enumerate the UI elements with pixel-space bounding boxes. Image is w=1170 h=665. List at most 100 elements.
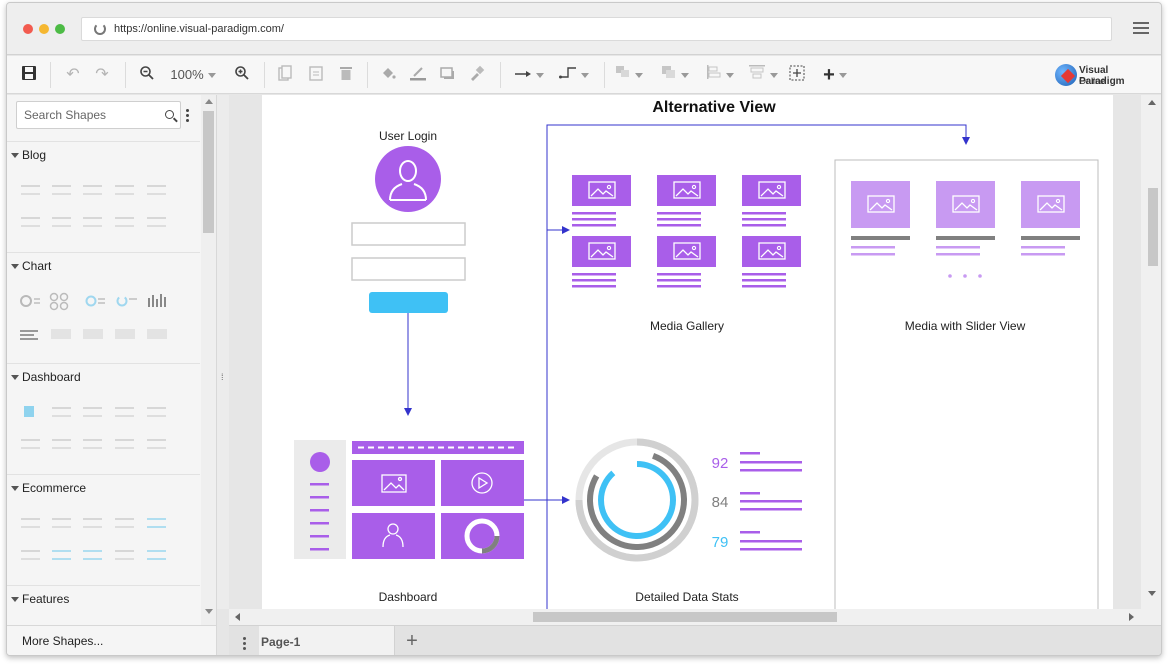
vertical-scroll-thumb[interactable] [1148,188,1158,266]
dashboard-image-tile [352,460,435,506]
category-label: Ecommerce [22,481,87,495]
visual-paradigm-logo[interactable]: Visual Paradigm Online [1055,62,1155,88]
diagram-page[interactable]: Alternative View User Login Media Galler… [262,95,1113,609]
username-field [351,222,466,246]
blog-shape-thumbnails[interactable] [7,168,200,250]
ecommerce-shape-thumbnails[interactable] [7,501,200,583]
close-window-dot[interactable] [23,24,33,34]
minimize-window-dot[interactable] [39,24,49,34]
category-label: Blog [22,148,47,162]
page-tab-label: Page-1 [261,635,301,649]
diagram-title: Alternative View [652,99,776,116]
chevron-down-icon [681,73,689,79]
waypoint-style-select[interactable] [556,65,592,85]
dashboard-shape-thumbnails[interactable] [7,390,200,472]
add-page-button[interactable]: + [397,626,427,655]
scroll-left-icon[interactable] [235,613,240,621]
shape-library-sidebar: Search Shapes Blog Chart Dashboard Ecomm… [7,95,217,655]
copy-icon[interactable] [275,65,295,85]
dashboard-avatar [310,452,330,472]
zoom-level-select[interactable]: 100% [165,65,221,85]
insert-add-select[interactable]: + [817,65,853,85]
format-painter-icon[interactable] [467,65,487,85]
delete-icon[interactable] [336,65,356,85]
arrange-select[interactable] [657,65,693,85]
browser-menu-icon[interactable] [1133,22,1149,35]
group-select[interactable] [612,65,646,85]
chevron-down-icon [838,73,847,79]
page-tab[interactable]: Page-1 [259,626,395,655]
category-label: Features [22,592,70,606]
scroll-up-icon[interactable] [1148,100,1156,105]
shadow-icon[interactable] [438,65,458,85]
line-color-icon[interactable] [408,65,428,85]
category-blog[interactable]: Blog [7,141,200,167]
library-options-icon[interactable] [186,109,190,124]
zoom-level: 100% [170,67,204,82]
more-shapes-button[interactable]: More Shapes... [7,625,216,655]
gallery-tile [742,236,801,288]
save-icon[interactable] [19,65,39,85]
gallery-tile [657,175,716,227]
logo-text-sub: Online [1079,76,1106,86]
user-avatar-circle [375,146,441,212]
category-label: Chart [22,259,52,273]
media-slider-shape[interactable]: Media with Slider View [834,159,1099,609]
stat-value-2: 84 [712,494,729,511]
zoom-out-icon[interactable] [137,65,157,85]
dashboard-label: Dashboard [379,590,438,604]
fill-color-icon[interactable] [378,65,398,85]
paste-icon[interactable] [306,65,326,85]
stat-value-1: 92 [712,455,729,472]
category-ecommerce[interactable]: Ecommerce [7,474,200,500]
fit-selection-icon[interactable] [787,65,807,85]
data-stats-shape[interactable]: 92 84 79 Detailed Data Stats [575,438,802,604]
category-features[interactable]: Features [7,585,200,611]
sidebar-scrollbar[interactable] [201,95,216,625]
dashboard-shape[interactable]: Dashboard [294,440,524,604]
redo-icon[interactable]: ↷ [92,65,112,85]
gallery-tile [572,175,631,227]
splitter-grip-icon: ⁞ [221,372,224,382]
reload-icon[interactable] [94,23,106,35]
wireframe-diagram[interactable]: Alternative View User Login Media Galler… [262,95,1113,609]
scroll-down-icon[interactable] [1148,591,1156,596]
media-gallery-shape[interactable]: Media Gallery [572,175,801,333]
maximize-window-dot[interactable] [55,24,65,34]
chevron-down-icon [770,73,778,79]
chevron-down-icon [207,73,216,79]
search-placeholder: Search Shapes [24,108,107,122]
editor-toolbar: ↶ ↷ 100% + Visual Paradigm Online [7,56,1161,94]
category-dashboard[interactable]: Dashboard [7,363,200,389]
connector-style-select[interactable] [511,65,547,85]
browser-titlebar: https://online.visual-paradigm.com/ [7,3,1161,55]
diagram-canvas[interactable]: Alternative View User Login Media Galler… [229,95,1141,609]
search-shapes-input[interactable]: Search Shapes [16,101,181,129]
horizontal-scrollbar[interactable] [229,609,1141,625]
scroll-down-icon[interactable] [205,609,213,614]
dashboard-video-tile [441,460,524,506]
chevron-down-icon [581,73,589,79]
undo-icon[interactable]: ↶ [63,65,83,85]
zoom-in-icon[interactable] [232,65,252,85]
address-bar[interactable]: https://online.visual-paradigm.com/ [81,17,1112,41]
slider-label: Media with Slider View [905,319,1026,333]
data-stats-label: Detailed Data Stats [635,590,738,604]
distribute-select[interactable] [744,65,782,85]
page-options-icon[interactable] [243,637,246,652]
scroll-right-icon[interactable] [1129,613,1134,621]
user-login-shape[interactable]: User Login [351,129,466,313]
browser-window: https://online.visual-paradigm.com/ ↶ ↷ … [6,2,1162,656]
align-select[interactable] [702,65,738,85]
chevron-down-icon [536,73,544,79]
category-chart[interactable]: Chart [7,252,200,278]
login-button [369,292,448,313]
search-icon[interactable] [165,110,174,119]
horizontal-scroll-thumb[interactable] [533,612,837,622]
sidebar-splitter[interactable]: ⁞ [217,95,229,609]
vertical-scrollbar[interactable] [1141,95,1161,625]
chart-shape-thumbnails[interactable] [7,279,200,361]
chevron-down-icon [635,73,643,79]
sidebar-scroll-thumb[interactable] [203,111,214,233]
scroll-up-icon[interactable] [205,99,213,104]
